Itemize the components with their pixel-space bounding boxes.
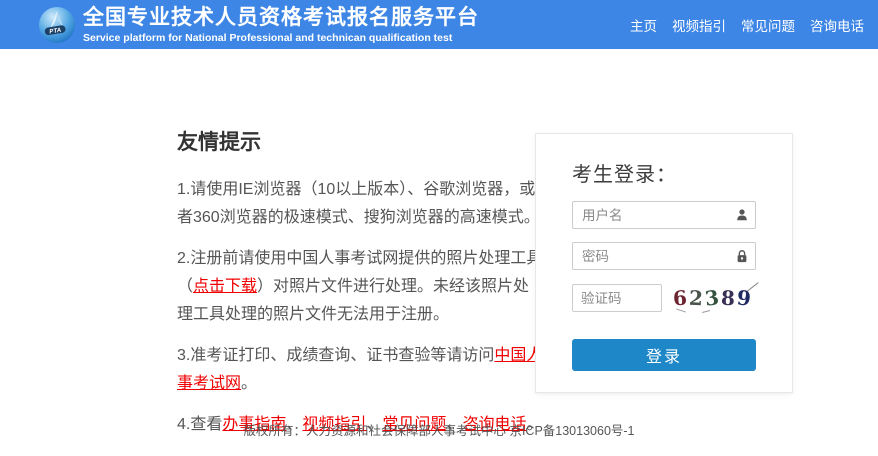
photo-tool-download-link[interactable]: 点击下载 — [193, 278, 257, 295]
username-input[interactable] — [572, 201, 756, 229]
captcha-row: 62389 — [572, 283, 756, 313]
login-button[interactable]: 登录 — [572, 339, 756, 371]
username-field — [572, 201, 756, 229]
nav-phone[interactable]: 咨询电话 — [810, 15, 864, 35]
brand: PTA 全国专业技术人员资格考试报名服务平台 Service platform … — [38, 6, 479, 44]
site-title: 全国专业技术人员资格考试报名服务平台 — [83, 6, 479, 30]
login-heading: 考生登录： — [572, 158, 756, 187]
header-nav: 主页 视频指引 常见问题 咨询电话 — [630, 15, 864, 35]
captcha-image[interactable]: 62389 — [668, 283, 756, 313]
brand-text: 全国专业技术人员资格考试报名服务平台 Service platform for … — [83, 6, 479, 44]
tip-2: 2.注册前请使用中国人事考试网提供的照片处理工具（点击下载）对照片文件进行处理。… — [177, 245, 545, 329]
header: PTA 全国专业技术人员资格考试报名服务平台 Service platform … — [0, 0, 878, 49]
login-panel: 考生登录： 62389 登录 — [535, 133, 793, 393]
tip-3: 3.准考证打印、成绩查询、证书查验等请访问中国人事考试网。 — [177, 342, 545, 398]
password-input[interactable] — [572, 242, 756, 270]
nav-video-guide[interactable]: 视频指引 — [672, 15, 726, 35]
tips-section: 友情提示 1.请使用IE浏览器（10以上版本）、谷歌浏览器，或者360浏览器的极… — [177, 126, 545, 452]
tips-heading: 友情提示 — [177, 126, 545, 156]
tip-3-text-1: 3.准考证打印、成绩查询、证书查验等请访问 — [177, 347, 494, 364]
nav-home[interactable]: 主页 — [630, 15, 657, 35]
captcha-input[interactable] — [572, 284, 662, 312]
tip-1: 1.请使用IE浏览器（10以上版本）、谷歌浏览器，或者360浏览器的极速模式、搜… — [177, 176, 545, 232]
page: { "colors": { "header_bg": "#3E86E6", "l… — [0, 0, 878, 456]
password-field — [572, 242, 756, 270]
footer: 版权所有：人力资源和社会保障部人事考试中心 京ICP备13013060号-1 — [0, 420, 878, 439]
captcha-digit: 9 — [736, 285, 752, 310]
tip-1-text: 1.请使用IE浏览器（10以上版本）、谷歌浏览器，或者360浏览器的极速模式、搜… — [177, 181, 540, 226]
captcha-digit: 8 — [721, 286, 736, 310]
site-subtitle: Service platform for National Profession… — [83, 32, 479, 44]
nav-faq[interactable]: 常见问题 — [741, 15, 795, 35]
captcha-digit: 2 — [688, 286, 703, 311]
tip-3-text-2: 。 — [241, 375, 257, 392]
pta-logo-icon: PTA — [38, 6, 76, 44]
lock-icon — [735, 249, 749, 263]
copyright-text: 版权所有：人力资源和社会保障部人事考试中心 京ICP备13013060号-1 — [243, 424, 634, 438]
captcha-digit: 3 — [704, 285, 721, 311]
captcha-digit: 6 — [672, 286, 688, 311]
user-icon — [735, 208, 749, 222]
